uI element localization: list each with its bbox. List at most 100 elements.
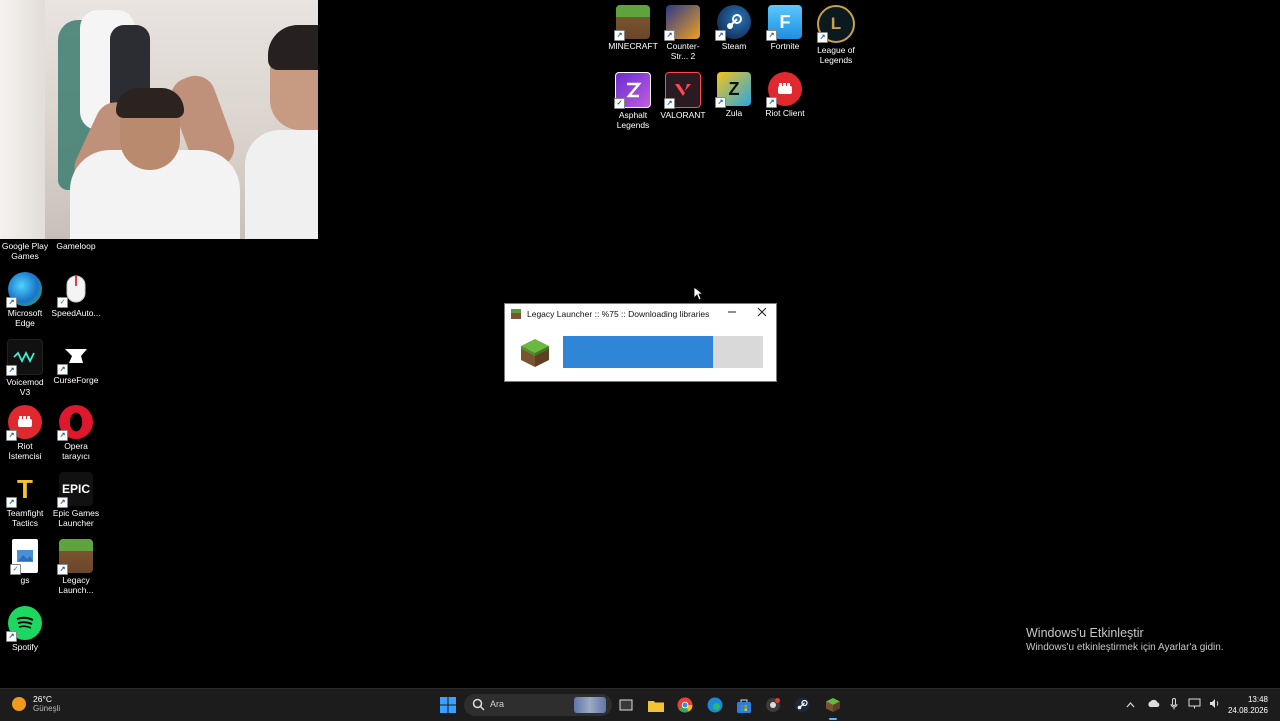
desktop-icon-league[interactable]: L ↗ League of Legends <box>811 5 861 65</box>
minimize-button[interactable] <box>718 304 746 324</box>
desktop-icon-legacy-launcher[interactable]: ↗ Legacy Launch... <box>51 539 101 595</box>
chrome-icon <box>677 697 693 713</box>
task-view-button[interactable] <box>616 695 636 715</box>
desktop-icon-gameloop[interactable]: Gameloop <box>51 239 101 251</box>
epic-games-icon: EPIC ↗ <box>57 472 93 508</box>
minecraft-block-icon <box>826 698 840 712</box>
cursor-arrow-icon <box>693 286 705 301</box>
icon-label: SpeedAuto... <box>51 308 101 318</box>
weather-desc: Güneşli <box>33 704 61 713</box>
taskbar-file-explorer[interactable] <box>646 695 666 715</box>
taskbar-edge[interactable] <box>705 695 725 715</box>
desktop-icon-minecraft[interactable]: ↗ MINECRAFT <box>608 5 658 51</box>
fortnite-icon: F ↗ <box>766 5 802 41</box>
icon-label: Asphalt Legends <box>616 110 650 130</box>
taskbar-search[interactable]: Ara <box>464 694 612 716</box>
legacy-launcher-window[interactable]: Legacy Launcher :: %75 :: Downloading li… <box>504 303 777 382</box>
clock-date: 24.08.2026 <box>1227 706 1268 715</box>
start-button[interactable] <box>438 695 458 715</box>
activation-subtext: Windows'u etkinleştirmek için Ayarlar'a … <box>1026 642 1224 653</box>
search-highlight-image <box>574 697 606 713</box>
chevron-up-icon[interactable] <box>1126 700 1135 711</box>
icon-label: Voicemod V3 <box>6 377 44 397</box>
desktop-icon-zula[interactable]: Z ↗ Zula <box>709 72 759 118</box>
icon-label: Zula <box>725 108 743 118</box>
taskbar-legacy-launcher[interactable] <box>823 695 843 715</box>
league-icon: L ↗ <box>817 5 855 43</box>
desktop-icon-valorant[interactable]: ↗ VALORANT <box>658 72 708 120</box>
icon-label: CurseForge <box>53 375 99 385</box>
icon-label: Spotify <box>12 642 38 652</box>
desktop-icon-opera[interactable]: ↗ Opera tarayıcı <box>51 405 101 461</box>
folder-icon <box>648 700 664 712</box>
teamfight-icon: T ↗ <box>6 472 42 508</box>
desktop-icon-spotify[interactable]: ↗ Spotify <box>0 606 50 652</box>
desktop-icon-riot-istemcisi[interactable]: ↗ Riot İstemcisi <box>0 405 50 461</box>
desktop-icon-speedauto[interactable]: ✓ SpeedAuto... <box>51 272 101 318</box>
icon-label: MINECRAFT <box>608 41 658 51</box>
desktop-icon-google-play-games[interactable]: Google Play Games <box>0 239 50 261</box>
taskbar-discord-like[interactable] <box>763 695 783 715</box>
icon-label: Steam <box>721 41 747 51</box>
icon-label: Teamfight Tactics <box>6 508 44 528</box>
opera-icon: ↗ <box>57 405 93 441</box>
icon-label: Epic Games Launcher <box>52 508 100 528</box>
desktop-icon-epic[interactable]: EPIC ↗ Epic Games Launcher <box>51 472 101 528</box>
taskbar-steam[interactable] <box>792 695 812 715</box>
weather-temp: 26°C <box>33 694 52 704</box>
activation-watermark: Windows'u Etkinleştir Windows'u etkinleş… <box>1026 626 1224 653</box>
system-tray <box>1126 689 1221 721</box>
desktop-icon-steam[interactable]: ↗ Steam <box>709 5 759 51</box>
desktop-icon-fortnite[interactable]: F ↗ Fortnite <box>760 5 810 51</box>
mouse-icon: ✓ <box>57 272 93 308</box>
desktop-icon-teamfight[interactable]: T ↗ Teamfight Tactics <box>0 472 50 528</box>
desktop-icon-gs[interactable]: ✓ gs <box>0 539 50 585</box>
icon-label: Counter-Str... 2 <box>666 41 700 61</box>
anvil-icon: ↗ <box>57 339 93 375</box>
taskbar-clock[interactable]: 13:48 24.08.2026 <box>1228 694 1268 716</box>
microphone-icon[interactable] <box>1170 697 1178 713</box>
icon-label: League of Legends <box>817 45 855 65</box>
desktop-icon-asphalt[interactable]: ✓ Asphalt Legends <box>608 72 658 130</box>
desktop-icon-riot-client[interactable]: ↗ Riot Client <box>760 72 810 118</box>
window-titlebar[interactable]: Legacy Launcher :: %75 :: Downloading li… <box>505 304 776 324</box>
edge-icon: ↗ <box>6 272 42 308</box>
close-icon <box>757 307 767 317</box>
app-icon <box>766 698 780 712</box>
onedrive-icon[interactable] <box>1147 699 1160 711</box>
image-file-icon: ✓ <box>10 539 38 575</box>
network-icon[interactable] <box>1188 698 1201 712</box>
counter-strike-icon: ↗ <box>664 5 700 41</box>
webcam-curtain <box>0 0 45 239</box>
minecraft-block-icon: ↗ <box>57 539 93 575</box>
desktop-icon-voicemod[interactable]: ↗ Voicemod V3 <box>0 339 50 397</box>
progress-fill <box>563 336 713 368</box>
webcam-person-hair <box>116 88 184 118</box>
volume-icon[interactable] <box>1209 698 1221 712</box>
riot-fist-icon: ↗ <box>766 72 802 108</box>
desktop-icon-curseforge[interactable]: ↗ CurseForge <box>51 339 101 385</box>
asphalt-icon: ✓ <box>614 72 651 109</box>
edge-icon <box>707 697 723 713</box>
steam-icon: ↗ <box>715 5 751 41</box>
weather-widget[interactable]: 26°C Güneşli <box>12 694 60 713</box>
voicemod-icon: ↗ <box>6 339 43 376</box>
icon-label: gs <box>20 575 30 585</box>
icon-label: Riot Client <box>765 108 805 118</box>
desktop-icon-edge[interactable]: ↗ Microsoft Edge <box>0 272 50 328</box>
spotify-icon: ↗ <box>6 606 42 642</box>
webcam-person-hair <box>268 25 318 70</box>
desktop-icon-counter-strike[interactable]: ↗ Counter-Str... 2 <box>658 5 708 61</box>
minecraft-icon: ↗ <box>614 5 650 41</box>
zula-icon: Z ↗ <box>715 72 751 108</box>
window-title: Legacy Launcher :: %75 :: Downloading li… <box>527 309 710 319</box>
search-icon <box>472 698 485 711</box>
taskbar-chrome[interactable] <box>675 695 695 715</box>
close-button[interactable] <box>748 304 776 324</box>
activation-heading: Windows'u Etkinleştir <box>1026 626 1144 640</box>
windows-logo-icon <box>440 697 456 713</box>
icon-label: Legacy Launch... <box>58 575 94 595</box>
icon-label: VALORANT <box>660 110 706 120</box>
taskbar-store[interactable] <box>734 695 754 715</box>
icon-label: Fortnite <box>770 41 800 51</box>
